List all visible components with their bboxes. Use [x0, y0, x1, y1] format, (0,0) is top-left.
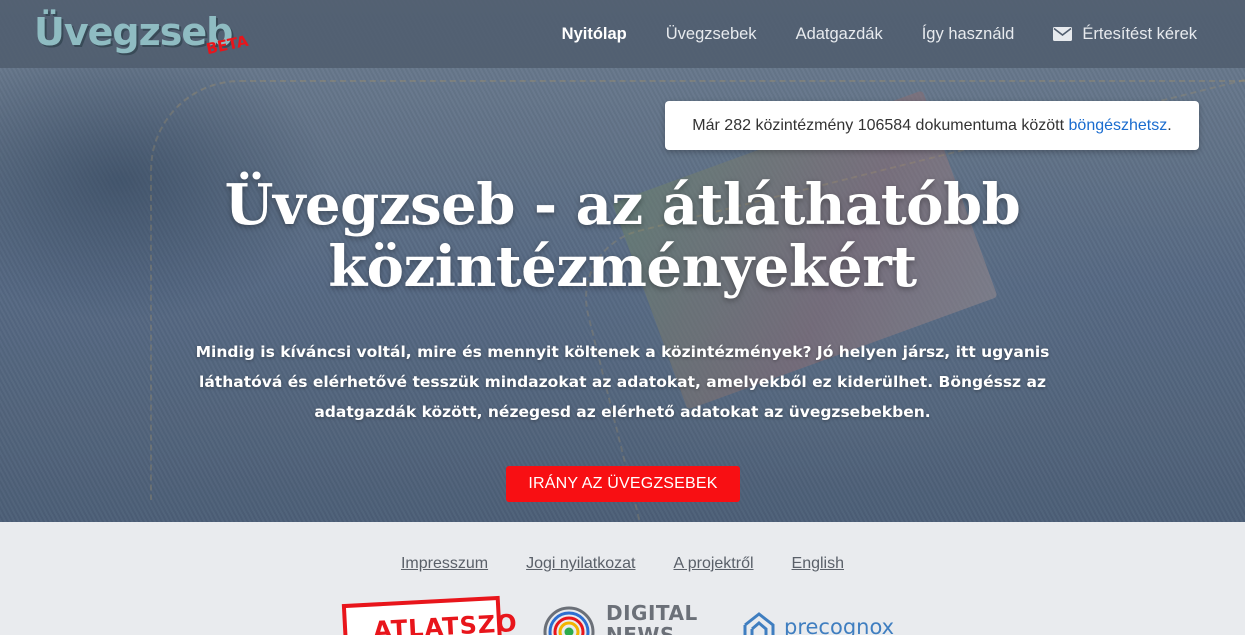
atlatszo-logo-text: ATLATSZO — [372, 609, 519, 635]
digital-news-text: DIGITAL NEWS — [606, 602, 698, 635]
nav-item-adatgazdak[interactable]: Adatgazdák — [796, 25, 883, 44]
document-count-notice: Már 282 közintézmény 106584 dokumentuma … — [665, 101, 1199, 150]
cta-button[interactable]: IRÁNY AZ ÜVEGZSEBEK — [506, 466, 740, 502]
nav-item-uvegzsebek[interactable]: Üvegzsebek — [666, 25, 757, 44]
hero-title: Üvegzseb - az átláthatóbb közintézmények… — [0, 174, 1245, 298]
footer-link-legal[interactable]: Jogi nyilatkozat — [526, 555, 635, 573]
footer-links: Impresszum Jogi nyilatkozat A projektről… — [0, 555, 1245, 573]
footer-link-impresszum[interactable]: Impresszum — [401, 555, 488, 573]
footer-link-about[interactable]: A projektről — [673, 555, 753, 573]
logo-text: Üvegzseb — [34, 10, 233, 54]
precognox-text: precognox — [784, 615, 895, 635]
notice-browse-link[interactable]: böngészhetsz — [1069, 117, 1168, 135]
digital-news-line1: DIGITAL — [606, 601, 698, 625]
precognox-house-icon — [743, 612, 775, 635]
hero-description: Mindig is kíváncsi voltál, mire és menny… — [195, 343, 1050, 421]
nav-item-notifications[interactable]: Értesítést kérek — [1053, 25, 1197, 44]
envelope-icon — [1053, 27, 1073, 41]
hero-title-line2: közintézményekért — [328, 234, 917, 300]
nav-item-notifications-label: Értesítést kérek — [1082, 24, 1197, 43]
notice-text: Már 282 közintézmény 106584 dokumentuma … — [692, 116, 1069, 134]
digital-news-line2: NEWS — [606, 623, 675, 635]
hero-section: Üvegzseb - az átláthatóbb közintézmények… — [0, 0, 1245, 522]
partner-logo-precognox[interactable]: precognox — [742, 611, 912, 635]
partner-logo-digital-news[interactable]: DIGITAL NEWS — [542, 602, 697, 635]
navbar: Üvegzseb BETA Nyitólap Üvegzsebek Adatga… — [0, 0, 1245, 68]
digital-news-rings-icon — [543, 606, 595, 635]
nav-menu: Nyitólap Üvegzsebek Adatgazdák Így haszn… — [562, 0, 1197, 68]
footer-link-english[interactable]: English — [792, 555, 844, 573]
hero-title-line1: Üvegzseb - az átláthatóbb — [224, 172, 1021, 238]
nav-item-how-to-use[interactable]: Így használd — [922, 25, 1015, 44]
notice-period: . — [1167, 116, 1172, 134]
nav-item-home[interactable]: Nyitólap — [562, 25, 627, 44]
